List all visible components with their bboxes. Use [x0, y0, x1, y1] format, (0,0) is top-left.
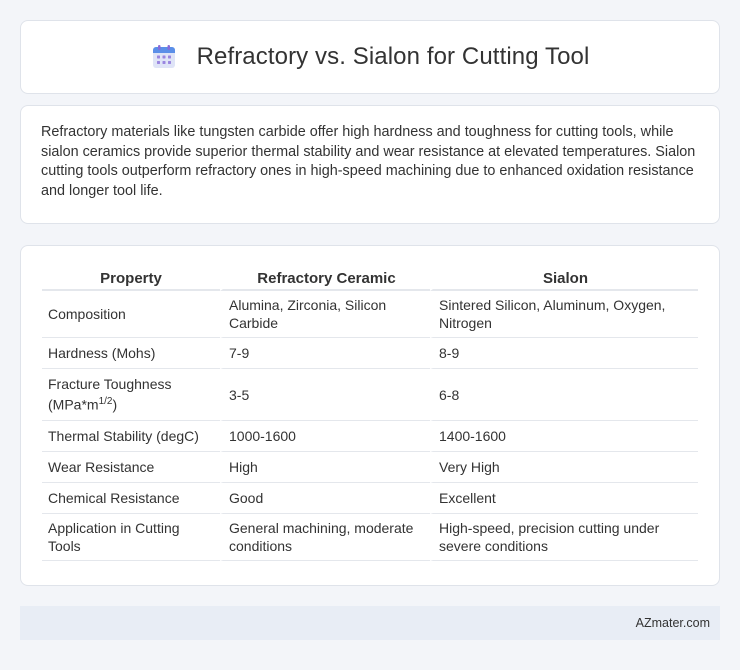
- sialon-cell: Excellent: [430, 483, 698, 514]
- toughness-label: Fracture Toughness (MPa*m: [48, 376, 172, 413]
- sialon-cell: 8-9: [430, 338, 698, 369]
- column-header-refractory: Refractory Ceramic: [220, 263, 430, 291]
- table-row: Chemical Resistance Good Excellent: [42, 483, 698, 514]
- table-row: Application in Cutting Tools General mac…: [42, 514, 698, 561]
- row-label: Thermal Stability (degC): [42, 421, 220, 452]
- refractory-cell: General machining, moderate conditions: [220, 514, 430, 561]
- toughness-exponent: 1/2: [98, 396, 113, 408]
- intro-card: Refractory materials like tungsten carbi…: [20, 105, 720, 224]
- refractory-cell: Alumina, Zirconia, Silicon Carbide: [220, 291, 430, 338]
- row-label: Chemical Resistance: [42, 483, 220, 514]
- row-label: Application in Cutting Tools: [42, 514, 220, 561]
- table-row: Thermal Stability (degC) 1000-1600 1400-…: [42, 421, 698, 452]
- title-card: Refractory vs. Sialon for Cutting Tool: [20, 20, 720, 94]
- refractory-cell: Good: [220, 483, 430, 514]
- toughness-close: ): [112, 396, 118, 413]
- refractory-cell: High: [220, 452, 430, 483]
- sialon-cell: Very High: [430, 452, 698, 483]
- refractory-cell: 3-5: [220, 369, 430, 421]
- column-header-property: Property: [42, 263, 220, 291]
- page-title: Refractory vs. Sialon for Cutting Tool: [196, 43, 590, 70]
- sialon-cell: High-speed, precision cutting under seve…: [430, 514, 698, 561]
- footer-bar: AZmater.com: [20, 606, 720, 640]
- refractory-cell: 1000-1600: [220, 421, 430, 452]
- table-row: Wear Resistance High Very High: [42, 452, 698, 483]
- calendar-icon: [151, 44, 177, 70]
- table-row: Hardness (Mohs) 7-9 8-9: [42, 338, 698, 369]
- table-row: Fracture Toughness (MPa*m1/2) 3-5 6-8: [42, 369, 698, 421]
- table-header-row: Property Refractory Ceramic Sialon: [42, 263, 698, 291]
- comparison-card: Property Refractory Ceramic Sialon Compo…: [20, 245, 720, 586]
- refractory-cell: 7-9: [220, 338, 430, 369]
- intro-paragraph: Refractory materials like tungsten carbi…: [41, 124, 696, 199]
- footer-brand[interactable]: AZmater.com: [636, 616, 710, 630]
- row-label: Wear Resistance: [42, 452, 220, 483]
- row-label: Fracture Toughness (MPa*m1/2): [42, 369, 220, 421]
- row-label: Hardness (Mohs): [42, 338, 220, 369]
- sialon-cell: Sintered Silicon, Aluminum, Oxygen, Nitr…: [430, 291, 698, 338]
- table-row: Composition Alumina, Zirconia, Silicon C…: [42, 291, 698, 338]
- row-label: Composition: [42, 291, 220, 338]
- sialon-cell: 1400-1600: [430, 421, 698, 452]
- column-header-sialon: Sialon: [430, 263, 698, 291]
- sialon-cell: 6-8: [430, 369, 698, 421]
- comparison-table: Property Refractory Ceramic Sialon Compo…: [42, 263, 698, 561]
